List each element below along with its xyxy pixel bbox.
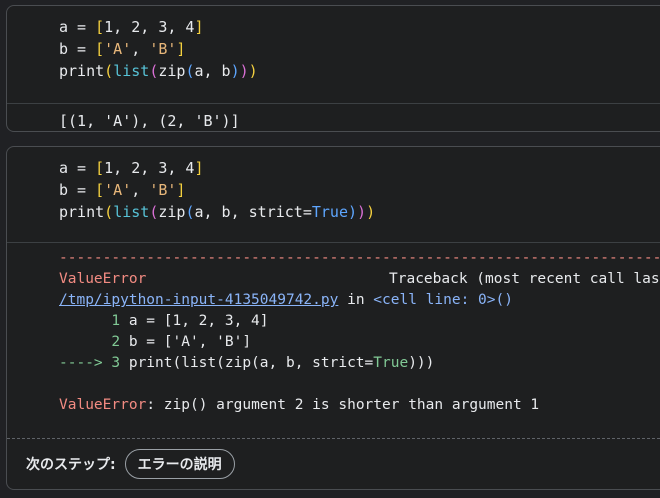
- traceback-file-link[interactable]: /tmp/ipython-input-4135049742.py: [59, 292, 338, 308]
- next-steps-label: 次のステップ:: [26, 457, 116, 473]
- code-cell-1[interactable]: a = [1, 2, 3, 4] b = ['A', 'B'] print(li…: [6, 5, 660, 132]
- next-steps-bar: 次のステップ: エラーの説明: [7, 438, 660, 489]
- code-line: print(list(zip(a, b, strict=True))): [59, 203, 376, 221]
- traceback-output: ----------------------------------------…: [7, 243, 660, 416]
- traceback-separator: ----------------------------------------…: [59, 250, 660, 266]
- code-cell-2[interactable]: a = [1, 2, 3, 4] b = ['A', 'B'] print(li…: [6, 146, 660, 490]
- cell-output: [(1, 'A'), (2, 'B')]: [59, 112, 240, 130]
- error-message: : zip() argument 2 is shorter than argum…: [146, 397, 540, 413]
- code-line: b = ['A', 'B']: [59, 181, 186, 199]
- code-editor[interactable]: a = [1, 2, 3, 4] b = ['A', 'B'] print(li…: [7, 6, 660, 87]
- code-line: a = [1, 2, 3, 4]: [59, 18, 204, 36]
- final-error-name: ValueError: [59, 397, 147, 413]
- error-name: ValueError: [59, 271, 147, 287]
- cell-line-ref: <cell line: 0>(): [373, 292, 513, 308]
- traceback-header: Traceback (most recent call last): [389, 271, 660, 287]
- code-line: a = [1, 2, 3, 4]: [59, 159, 204, 177]
- code-editor[interactable]: a = [1, 2, 3, 4] b = ['A', 'B'] print(li…: [7, 147, 660, 228]
- explain-error-button[interactable]: エラーの説明: [124, 449, 235, 479]
- code-line: b = ['A', 'B']: [59, 40, 186, 58]
- error-arrow: ----> 3: [59, 355, 121, 371]
- code-line: print(list(zip(a, b))): [59, 62, 258, 80]
